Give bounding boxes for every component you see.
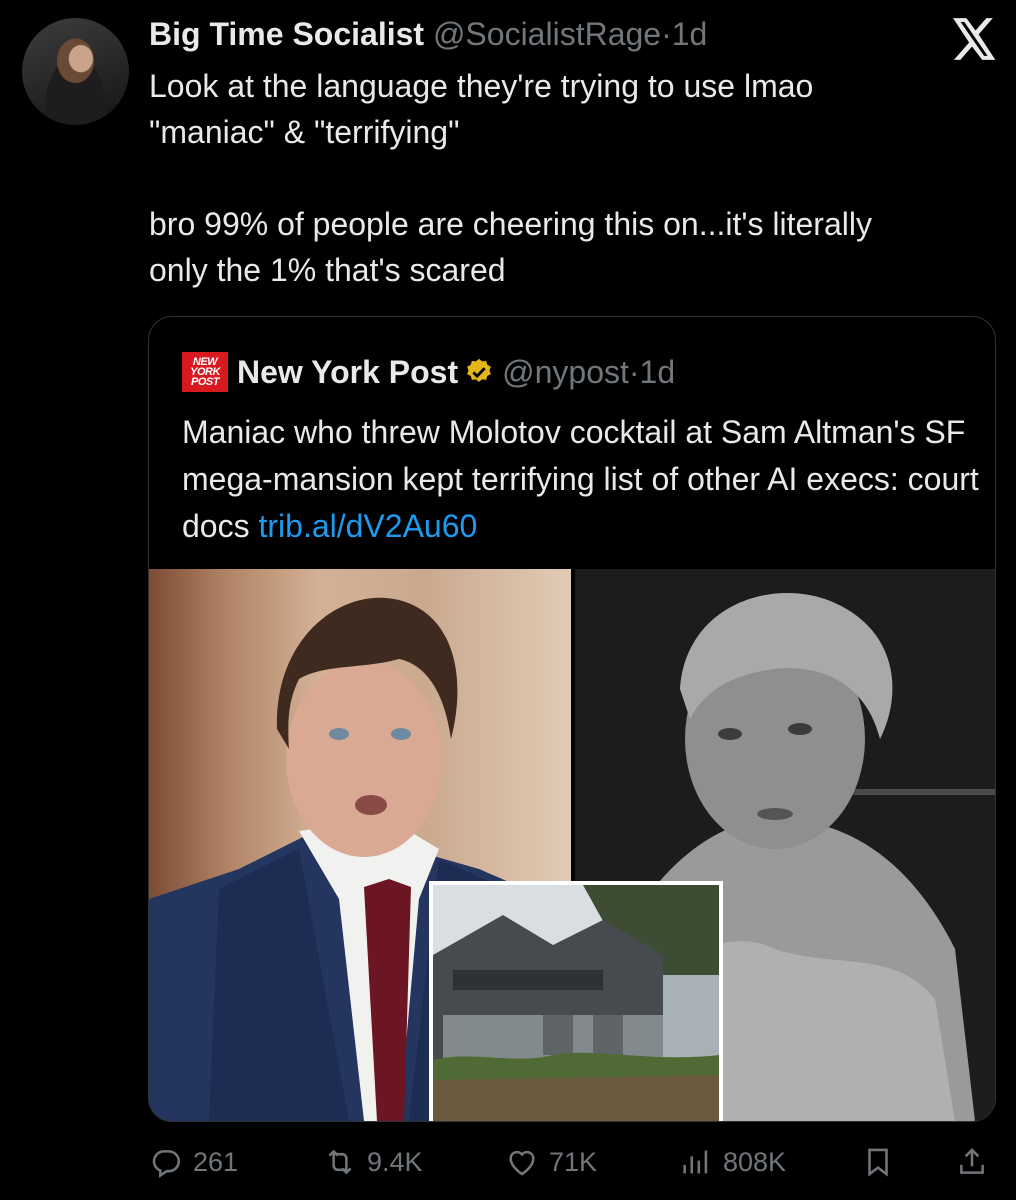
article-link[interactable]: trib.al/dV2Au60 [258, 508, 477, 544]
repost-icon [328, 1149, 352, 1175]
reply-icon [152, 1150, 181, 1178]
tweet-timestamp[interactable]: 1d [672, 16, 708, 52]
author-avatar[interactable] [22, 18, 129, 125]
nypost-logo-icon[interactable]: NEW YORK POST [182, 352, 228, 392]
tweet-header: Big Time Socialist @SocialistRage·1d [149, 14, 707, 54]
views-icon [683, 1150, 708, 1174]
repost-count: 9.4K [367, 1146, 423, 1177]
tweet-text-line: "maniac" & "terrifying" [149, 114, 460, 150]
like-button[interactable]: 71K [505, 1140, 597, 1184]
author-name[interactable]: Big Time Socialist [149, 16, 424, 52]
logo-text: POST [191, 376, 219, 388]
quoted-tweet-text: Maniac who threw Molotov cocktail at Sam… [182, 409, 982, 550]
header-separator: · [661, 16, 672, 52]
photo-house[interactable] [429, 881, 723, 1121]
bookmark-button[interactable] [861, 1140, 895, 1184]
quoted-author-name[interactable]: New York Post [237, 350, 458, 394]
quoted-author-handle[interactable]: @nypost [502, 350, 629, 394]
media-grid[interactable] [149, 569, 995, 1121]
x-logo-icon [953, 18, 996, 60]
tweet-text-blank-line [149, 155, 999, 201]
tweet-text-line: bro 99% of people are cheering this on..… [149, 206, 872, 242]
quoted-timestamp[interactable]: 1d [640, 350, 676, 394]
reply-count: 261 [193, 1146, 239, 1177]
reply-button[interactable]: 261 [149, 1140, 238, 1184]
share-button[interactable] [955, 1140, 989, 1184]
tweet-text: Look at the language they're trying to u… [149, 63, 999, 293]
tweet-text-line: only the 1% that's scared [149, 252, 506, 288]
bookmark-icon [868, 1148, 888, 1177]
repost-button[interactable]: 9.4K [323, 1140, 423, 1184]
quoted-tweet[interactable]: NEW YORK POST New York Post @nypost · 1d M… [148, 316, 996, 1122]
header-separator: · [628, 354, 640, 390]
share-icon [960, 1148, 984, 1174]
gold-verified-badge-icon [467, 358, 491, 382]
photo-house-illustration [433, 885, 719, 1121]
quoted-tweet-header: NEW YORK POST New York Post @nypost · 1d [182, 350, 675, 394]
heart-icon [509, 1150, 535, 1176]
like-count: 71K [549, 1146, 598, 1177]
author-handle[interactable]: @SocialistRage [433, 16, 661, 52]
action-bar: 261 9.4K 71K 808K [149, 1140, 999, 1184]
views-count: 808K [723, 1146, 787, 1177]
views-button[interactable]: 808K [679, 1140, 786, 1184]
tweet-text-line: Look at the language they're trying to u… [149, 68, 814, 104]
